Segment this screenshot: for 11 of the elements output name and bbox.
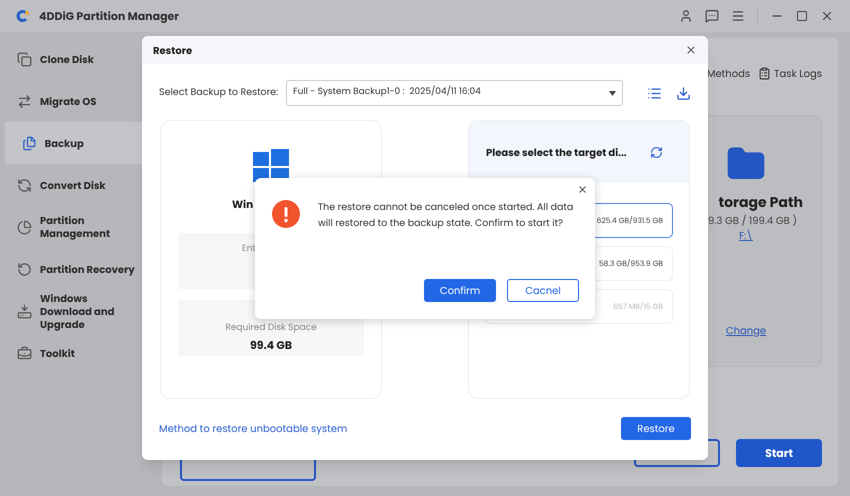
storage-title: torage Path (718, 192, 803, 213)
target-title: Please select the target di... (486, 144, 627, 160)
info-label: Ent (242, 242, 256, 256)
select-label: Select Backup to Restore: (159, 86, 278, 100)
storage-size: 9.3 GB / 199.4 GB ) (708, 213, 797, 228)
dialog-title: Restore (153, 42, 192, 58)
info-label: Required Disk Space (225, 322, 317, 336)
confirm-message: The restore cannot be canceled once started. All data will restored to the backup state. Confirm to start it? (318, 200, 574, 232)
app-title: 4DDiG Partition Manager (39, 8, 180, 24)
os-label: Win (232, 197, 254, 213)
info-value: 99.4 GB (250, 337, 292, 354)
